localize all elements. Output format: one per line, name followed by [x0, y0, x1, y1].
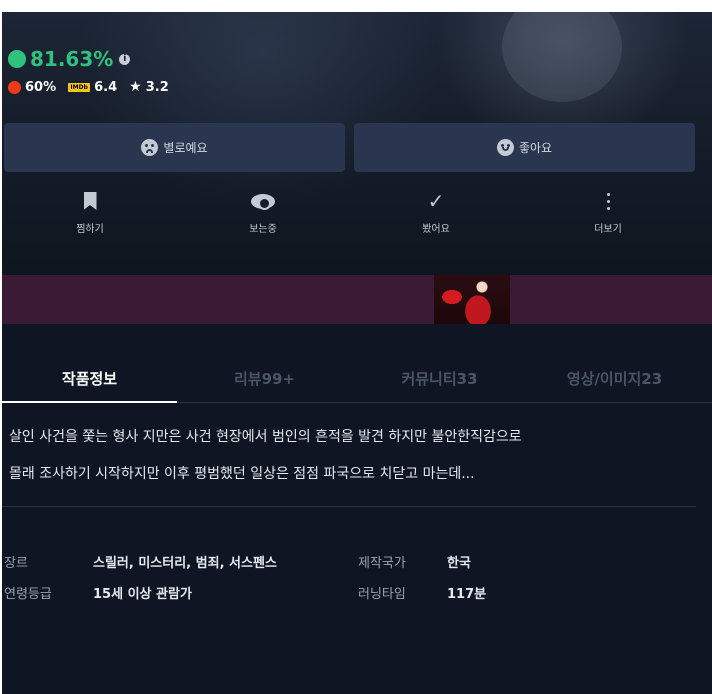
source-scores: 60% IMDb 6.4 ★ 3.2 [8, 79, 169, 95]
dislike-button[interactable]: 별로예요 [4, 123, 345, 172]
synopsis-line: 몰래 조사하기 시작하지만 이후 평범했던 일상은 점점 파국으로 치닫고 마는… [9, 466, 475, 482]
star-score: 3.2 [145, 79, 169, 95]
aggregate-score-value: 81.63% [30, 47, 114, 71]
bookmark-action[interactable]: 찜하기 [40, 188, 140, 235]
tab-info[interactable]: 작품정보 [2, 357, 177, 403]
watched-action[interactable]: ✓ 봤어요 [386, 188, 486, 235]
sad-face-icon [141, 139, 159, 156]
bookmark-icon [83, 192, 97, 210]
imdb-score: 6.4 [94, 79, 118, 95]
hero-backdrop: 81.63% i 60% IMDb 6.4 ★ 3.2 별로예요 좋아요 찜하기 [2, 12, 712, 274]
watched-label: 봤어요 [422, 224, 450, 235]
info-icon[interactable]: i [119, 53, 131, 65]
star-icon: ★ [129, 79, 142, 95]
check-icon: ✓ [427, 189, 445, 213]
meta-right: 제작국가 한국 러닝타임 117분 [358, 552, 486, 614]
tab-reviews[interactable]: 리뷰99+ [177, 357, 352, 403]
tab-media[interactable]: 영상/이미지23 [527, 357, 702, 403]
runtime-label: 러닝타임 [358, 587, 406, 602]
watching-label: 보는중 [249, 224, 277, 235]
synopsis-line: 살인 사건을 쫓는 형사 지만은 사건 현장에서 범인의 흔적을 발견 하지만 … [9, 429, 522, 445]
more-vertical-icon [606, 191, 610, 212]
age-rating-label: 연령등급 [4, 587, 52, 602]
synopsis: 살인 사건을 쫓는 형사 지만은 사건 현장에서 범인의 흔적을 발견 하지만 … [9, 428, 699, 502]
detail-tabs: 작품정보 리뷰99+ 커뮤니티33 영상/이미지23 [2, 357, 712, 403]
genre-label: 장르 [4, 556, 28, 571]
bookmark-label: 찜하기 [76, 224, 104, 235]
score-dot-icon [8, 50, 26, 68]
eye-icon [251, 193, 275, 210]
dislike-label: 별로예요 [163, 141, 208, 155]
imdb-icon: IMDb [68, 82, 91, 92]
like-button[interactable]: 좋아요 [354, 123, 695, 172]
divider [2, 506, 696, 507]
meta-left: 장르 스릴러, 미스터리, 범죄, 서스펜스 연령등급 15세 이상 관람가 [4, 552, 277, 614]
happy-face-icon [496, 139, 514, 156]
genre-value: 스릴러, 미스터리, 범죄, 서스펜스 [93, 556, 277, 571]
tab-community[interactable]: 커뮤니티33 [352, 357, 527, 403]
like-label: 좋아요 [518, 141, 553, 155]
runtime-value: 117분 [447, 587, 487, 602]
watching-action[interactable]: 보는중 [213, 188, 313, 235]
backdrop-figure [502, 12, 622, 102]
banner-image [434, 275, 510, 324]
tomato-score: 60% [25, 79, 57, 95]
country-label: 제작국가 [358, 556, 406, 571]
age-rating-value: 15세 이상 관람가 [93, 587, 192, 602]
movie-detail-panel: 81.63% i 60% IMDb 6.4 ★ 3.2 별로예요 좋아요 찜하기 [2, 12, 712, 694]
more-action[interactable]: 더보기 [558, 188, 658, 235]
action-bar: 찜하기 보는중 ✓ 봤어요 더보기 [2, 188, 695, 238]
country-value: 한국 [447, 556, 471, 571]
tomato-icon [8, 80, 21, 94]
aggregate-score: 81.63% i [8, 47, 131, 71]
promo-banner[interactable] [2, 275, 712, 324]
more-label: 더보기 [594, 224, 622, 235]
